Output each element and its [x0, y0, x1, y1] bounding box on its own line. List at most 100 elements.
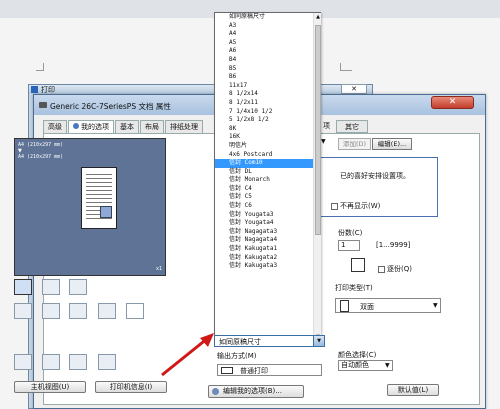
tab-favorites[interactable]: 我的选项	[68, 120, 114, 134]
checkbox[interactable]	[331, 202, 338, 210]
dropdown-option[interactable]: 11x17	[215, 82, 313, 91]
no-show-label: 不再显示(W)	[340, 202, 381, 210]
color-mode-icon[interactable]	[14, 354, 32, 370]
printer-info-button[interactable]: 打印机信息(I)	[95, 381, 167, 393]
favorites-dropdown-arrow[interactable]: ▼	[321, 138, 326, 145]
chevron-down-icon: ▼	[385, 362, 390, 369]
color-label: 颜色选择(C)	[338, 351, 377, 359]
scroll-up-icon[interactable]: ▲	[314, 14, 322, 20]
output-method-select[interactable]: 普通打印	[217, 364, 322, 376]
edit-favorites-label: 编辑我的选项(B)...	[223, 387, 282, 395]
dropdown-option[interactable]: 信封 C5	[215, 193, 313, 202]
edit-button[interactable]: 编辑(E)...	[372, 138, 412, 150]
preview-original-size: A4 (210x297 mm)	[18, 154, 64, 160]
staple-icon[interactable]	[14, 303, 32, 319]
dropdown-option[interactable]: 8 1/2x11	[215, 99, 313, 108]
dropdown-option[interactable]: 16K	[215, 133, 313, 142]
printer-icon	[31, 86, 38, 93]
tab-layout[interactable]: 布局	[140, 120, 164, 133]
tab-advanced[interactable]: 高级	[43, 120, 67, 133]
paper-corner-icon[interactable]	[126, 303, 144, 319]
dropdown-option[interactable]: 信封 Nagagata4	[215, 236, 313, 245]
image-block-graphic	[100, 206, 112, 218]
print-type-value: 双面	[360, 303, 374, 311]
tab-basic[interactable]: 基本	[115, 120, 139, 133]
scrollbar-thumb[interactable]	[315, 25, 321, 235]
default-button[interactable]: 默认值(L)	[387, 384, 439, 396]
dropdown-option[interactable]: 4x6 Postcard	[215, 151, 313, 160]
output-method-label: 输出方式(M)	[217, 352, 257, 360]
dropdown-option[interactable]: B6	[215, 73, 313, 82]
preview-output-size: A4 (210x297 mm)	[18, 142, 64, 148]
dropdown-option[interactable]: 信封 C6	[215, 202, 313, 211]
tray-icon[interactable]	[69, 354, 87, 370]
collate-icon	[351, 258, 365, 272]
annotation-arrow	[161, 333, 214, 377]
copies-value: 1	[341, 241, 346, 249]
duplex-icon[interactable]	[42, 279, 60, 295]
dropdown-option[interactable]: 信封 Kakugata1	[215, 245, 313, 254]
dropdown-option[interactable]: A5	[215, 39, 313, 48]
punch-icon[interactable]	[42, 303, 60, 319]
print-type-select[interactable]: 双面 ▼	[335, 298, 441, 313]
tab-finishing[interactable]: 排纸处理	[165, 120, 203, 133]
n-up-icon[interactable]	[69, 303, 87, 319]
printer-icon	[39, 102, 47, 108]
dropdown-option[interactable]: 信封 Monarch	[215, 176, 313, 185]
color-select[interactable]: 自动颜色 ▼	[338, 360, 393, 371]
main-view-button[interactable]: 主机视图(U)	[14, 381, 86, 393]
dropdown-option[interactable]: B4	[215, 56, 313, 65]
dropdown-option[interactable]: 信封 Kakugata2	[215, 254, 313, 263]
dropdown-option[interactable]: 5 1/2x8 1/2	[215, 116, 313, 125]
copies-marker: x1	[156, 266, 163, 272]
edit-favorites-button[interactable]: 编辑我的选项(B)...	[208, 385, 304, 398]
add-button[interactable]: 添加(D)	[338, 138, 371, 150]
dropdown-option[interactable]: 7 1/4x10 1/2	[215, 108, 313, 117]
dropdown-option[interactable]: 如同原稿尺寸	[215, 13, 313, 22]
dropdown-option[interactable]: 8 1/2x14	[215, 90, 313, 99]
paper-size-select[interactable]: 如同原稿尺寸 ▼	[214, 335, 325, 347]
print-preview: A4 (210x297 mm) ▼ A4 (210x297 mm) x1	[14, 138, 166, 276]
no-show-checkbox[interactable]: 不再显示(W)	[331, 201, 380, 211]
crop-mark	[340, 63, 352, 71]
tab-partial-label: 项	[323, 122, 330, 130]
dropdown-option[interactable]: B5	[215, 65, 313, 74]
poster-icon[interactable]	[98, 303, 116, 319]
print-type-label: 打印类型(T)	[335, 284, 373, 292]
favorites-icon	[212, 388, 219, 395]
dropdown-options: 如同原稿尺寸 A3 A4 A5 A6 B4 B5 B6 11x17 8 1/2x14 8 1/2x1…	[215, 13, 313, 271]
collate-checkbox[interactable]: 逐份(Q)	[378, 264, 412, 274]
dropdown-option[interactable]: A6	[215, 47, 313, 56]
dropdown-option[interactable]: 明信片	[215, 142, 313, 151]
print-dialog-close-button[interactable]: ✕	[341, 84, 367, 94]
chevron-down-icon[interactable]: ▼	[313, 336, 324, 346]
scrollbar[interactable]: ▲ ▼	[313, 13, 321, 341]
copies-stepper[interactable]: 1	[338, 240, 360, 251]
dropdown-option[interactable]: 信封 Yougata4	[215, 219, 313, 228]
tab-bar: 高级 我的选项 基本 布局 排纸处理	[43, 120, 204, 134]
checkbox[interactable]	[378, 265, 385, 273]
dropdown-option[interactable]: 信封 DL	[215, 168, 313, 177]
copies-label: 份数(C)	[338, 229, 363, 237]
crop-mark	[36, 63, 44, 71]
output-icon	[221, 367, 233, 374]
dialog-title: Generic 26C-7SeriesPS 文档 属性	[50, 102, 171, 111]
duplex-page-icon	[340, 300, 349, 312]
favorites-icon	[73, 123, 79, 129]
output-method-value: 普通打印	[240, 367, 268, 375]
dropdown-option[interactable]: 信封 Yougata3	[215, 211, 313, 220]
info-text: 已的喜好安排设置项。	[340, 172, 410, 180]
tab-other[interactable]: 其它	[336, 120, 368, 133]
dropdown-option[interactable]: 信封 Com10	[215, 159, 313, 168]
output-tray-icon[interactable]	[98, 354, 116, 370]
booklet-icon[interactable]	[69, 279, 87, 295]
dropdown-option[interactable]: A4	[215, 30, 313, 39]
image-quality-icon[interactable]	[42, 354, 60, 370]
chevron-down-icon: ▼	[433, 302, 438, 309]
paper-size-dropdown-list[interactable]: 如同原稿尺寸 A3 A4 A5 A6 B4 B5 B6 11x17 8 1/2x14 8 1/2x1…	[214, 12, 321, 342]
dropdown-option[interactable]: 8K	[215, 125, 313, 134]
dropdown-option[interactable]: 信封 Kakugata3	[215, 262, 313, 271]
simplex-icon[interactable]	[14, 279, 32, 295]
dropdown-option[interactable]: A3	[215, 22, 313, 31]
close-button[interactable]: ✕	[431, 96, 474, 109]
